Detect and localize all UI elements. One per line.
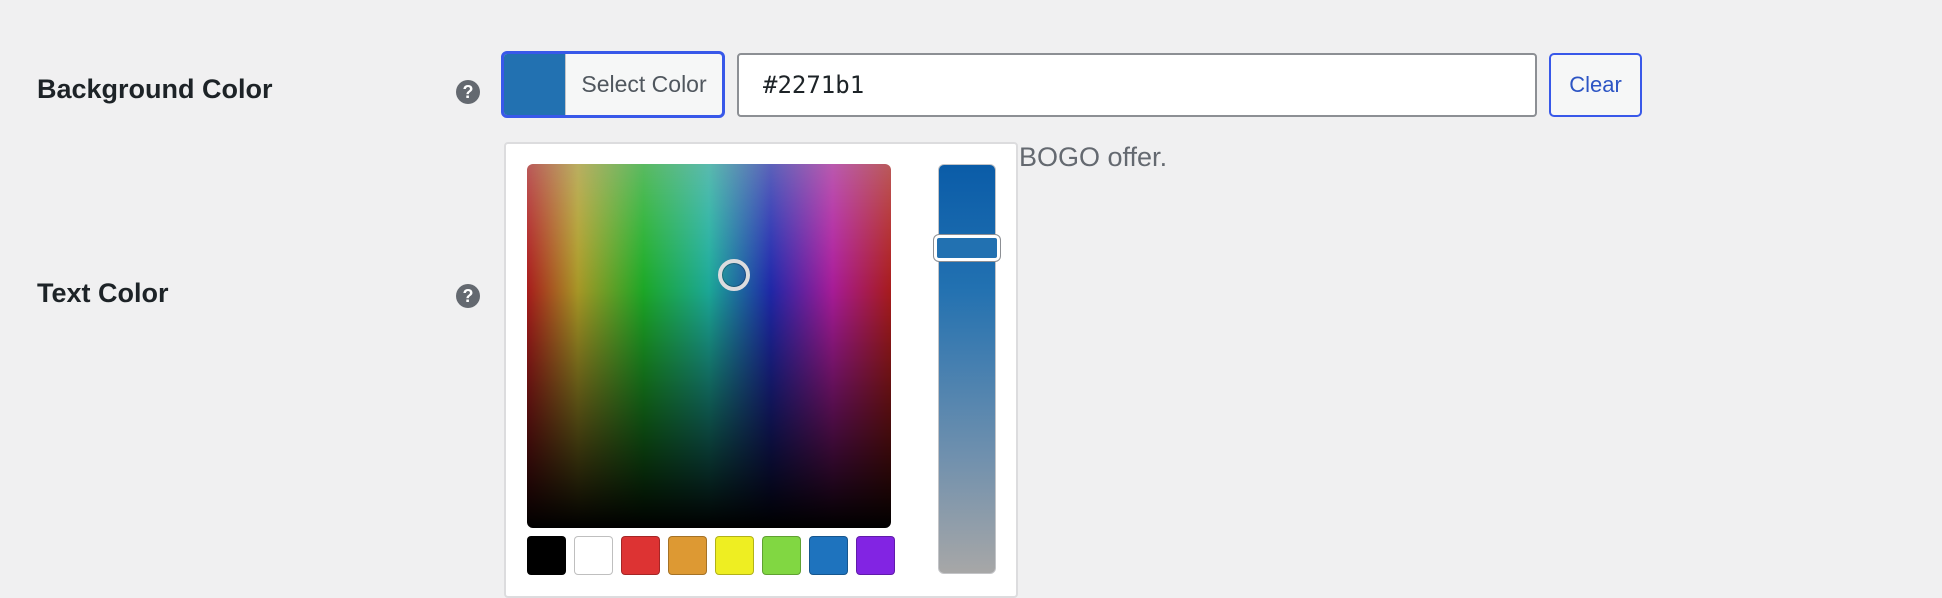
- hex-color-input[interactable]: [737, 53, 1537, 117]
- text-color-label: Text Color: [37, 278, 169, 308]
- select-color-button[interactable]: Select Color: [501, 51, 725, 118]
- palette-swatch-black[interactable]: [527, 536, 566, 575]
- shade-slider[interactable]: [934, 164, 1000, 574]
- color-picker-popup: [504, 142, 1018, 598]
- select-color-label: Select Color: [581, 71, 707, 97]
- palette-swatch-orange[interactable]: [668, 536, 707, 575]
- palette: [527, 536, 895, 575]
- palette-swatch-yellow[interactable]: [715, 536, 754, 575]
- clear-button[interactable]: Clear: [1549, 53, 1642, 117]
- palette-swatch-white[interactable]: [574, 536, 613, 575]
- help-icon[interactable]: ?: [456, 284, 480, 308]
- palette-swatch-purple[interactable]: [856, 536, 895, 575]
- palette-swatch-green[interactable]: [762, 536, 801, 575]
- color-spectrum[interactable]: [527, 164, 891, 528]
- palette-swatch-red[interactable]: [621, 536, 660, 575]
- help-icon[interactable]: ?: [456, 80, 480, 104]
- field-description: BOGO offer.: [1019, 142, 1168, 172]
- background-color-label: Background Color: [37, 74, 273, 104]
- palette-swatch-blue[interactable]: [809, 536, 848, 575]
- shade-slider-handle[interactable]: [934, 235, 1000, 261]
- spectrum-handle[interactable]: [718, 259, 750, 291]
- current-color-swatch: [504, 54, 566, 115]
